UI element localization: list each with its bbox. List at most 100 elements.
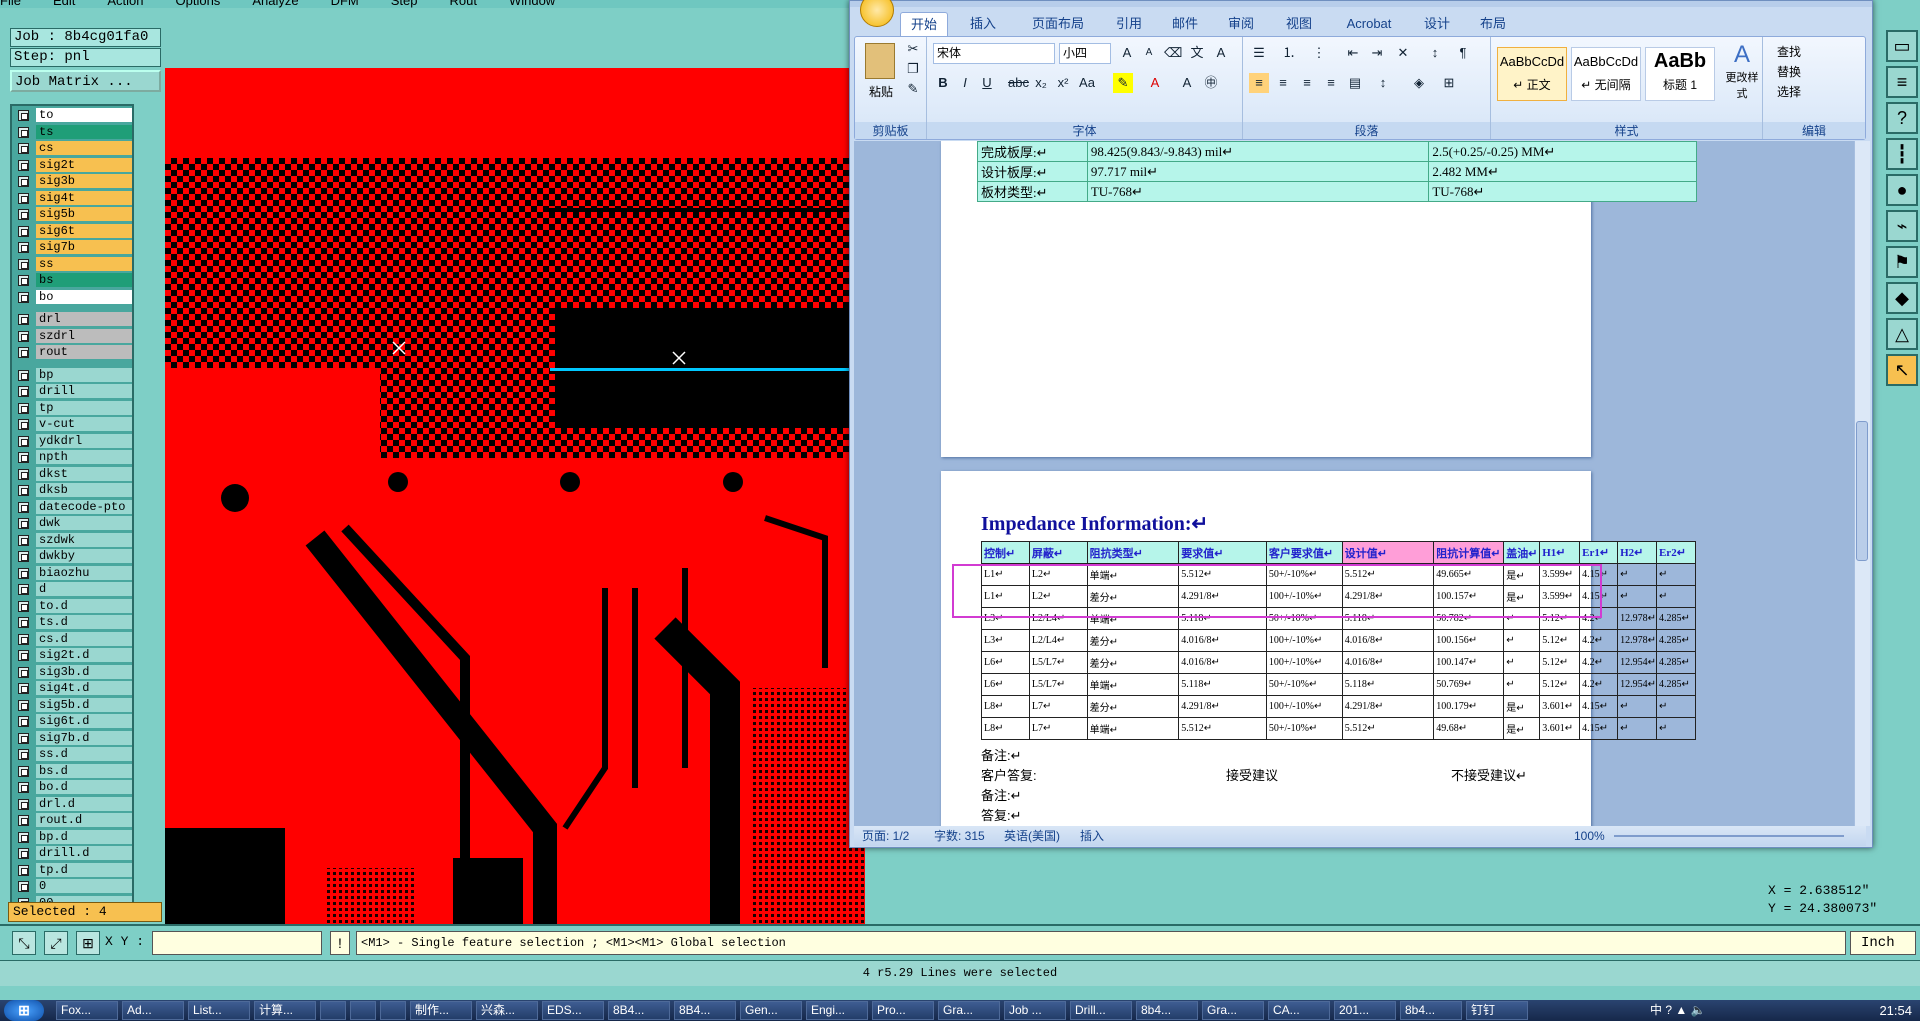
ribbon-tab[interactable]: 布局 xyxy=(1468,12,1518,36)
layer-name[interactable]: biaozhu xyxy=(36,565,132,580)
status-page[interactable]: 页面: 1/2 xyxy=(862,826,909,846)
layer-name[interactable]: bs.d xyxy=(36,763,132,778)
layer-name[interactable]: ts.d xyxy=(36,615,132,629)
layer-name[interactable]: bp xyxy=(36,367,132,382)
style-normal[interactable]: AaBbCcDd ↵ 正文 xyxy=(1497,47,1567,101)
strike-button[interactable]: abc xyxy=(1007,73,1029,93)
layer-name[interactable]: d xyxy=(36,582,132,596)
layer-row[interactable]: tp xyxy=(16,400,132,416)
layer-checkbox[interactable] xyxy=(18,617,29,628)
layer-checkbox[interactable] xyxy=(18,501,29,513)
layer-checkbox[interactable] xyxy=(18,435,29,447)
layer-name[interactable]: drill xyxy=(36,384,132,398)
menu-step[interactable]: Step xyxy=(391,0,418,8)
taskbar-item[interactable]: Job ... xyxy=(1004,1001,1066,1020)
taskbar-item[interactable]: Gra... xyxy=(938,1001,1000,1020)
taskbar-item[interactable]: Pro... xyxy=(872,1001,934,1020)
layer-row[interactable]: szdwk xyxy=(16,532,132,548)
layer-checkbox[interactable] xyxy=(18,468,29,480)
layer-checkbox[interactable] xyxy=(18,258,29,270)
layer-checkbox[interactable] xyxy=(18,143,29,154)
layer-name[interactable]: drl xyxy=(36,312,132,326)
layer-name[interactable]: dwk xyxy=(36,516,132,530)
layer-row[interactable]: sig7b.d xyxy=(16,730,132,746)
layer-row[interactable]: szdrl xyxy=(16,328,132,344)
layer-row[interactable]: rout xyxy=(16,345,132,360)
filter-icon[interactable]: ⚑ xyxy=(1886,246,1918,278)
layer-row[interactable]: ts xyxy=(16,124,132,140)
ribbon-tab[interactable]: 页面布局 xyxy=(1018,12,1098,36)
layer-row[interactable]: sig4t xyxy=(16,190,132,206)
layer-checkbox[interactable] xyxy=(18,386,29,397)
change-styles-button[interactable]: A 更改样式 xyxy=(1725,41,1759,101)
layer-row[interactable]: bp xyxy=(16,367,132,383)
layer-row[interactable]: ss.d xyxy=(16,747,132,762)
taskbar-item[interactable]: Drill... xyxy=(1070,1001,1132,1020)
taskbar-item[interactable]: 钉钉 xyxy=(1466,1001,1528,1020)
status-words[interactable]: 字数: 315 xyxy=(934,826,985,846)
layer-checkbox[interactable] xyxy=(18,798,29,810)
layer-checkbox[interactable] xyxy=(18,126,29,138)
taskbar-item[interactable] xyxy=(320,1001,346,1020)
drill-tool-icon[interactable]: ┇ xyxy=(1886,138,1918,170)
taskbar-item[interactable]: 计算... xyxy=(254,1001,316,1020)
taskbar-item[interactable]: 兴森... xyxy=(476,1001,538,1020)
layer-checkbox[interactable] xyxy=(18,584,29,595)
layer-checkbox[interactable] xyxy=(18,864,29,876)
layer-row[interactable]: biaozhu xyxy=(16,565,132,581)
taskbar-item[interactable]: CA... xyxy=(1268,1001,1330,1020)
font-color-icon[interactable]: A xyxy=(1145,73,1165,93)
layer-row[interactable]: sig4t.d xyxy=(16,681,132,696)
ribbon-tab[interactable]: 开始 xyxy=(900,12,948,36)
layer-checkbox[interactable] xyxy=(18,225,29,237)
layer-name[interactable]: sig7b xyxy=(36,240,132,254)
help-icon[interactable]: ? xyxy=(1886,102,1918,134)
pad-icon[interactable]: ● xyxy=(1886,174,1918,206)
layer-checkbox[interactable] xyxy=(18,749,29,760)
layer-checkbox[interactable] xyxy=(18,369,29,381)
layer-row[interactable]: v-cut xyxy=(16,417,132,432)
layer-name[interactable]: bs xyxy=(36,273,132,287)
taskbar-item[interactable]: EDS... xyxy=(542,1001,604,1020)
bullets-icon[interactable]: ☰ xyxy=(1249,43,1269,63)
taskbar-item[interactable]: Ad... xyxy=(122,1001,184,1020)
tray-language-icon[interactable]: 中 xyxy=(1650,1003,1662,1017)
layer-checkbox[interactable] xyxy=(18,699,29,711)
job-matrix-button[interactable]: Job Matrix ... xyxy=(10,70,161,92)
taskbar-item[interactable]: Gen... xyxy=(740,1001,802,1020)
align-right-icon[interactable]: ≡ xyxy=(1297,73,1317,93)
layer-checkbox[interactable] xyxy=(18,881,29,892)
window-icon[interactable]: ▭ xyxy=(1886,30,1918,62)
zoom-area-icon[interactable]: ⤢ xyxy=(44,931,68,955)
layer-checkbox[interactable] xyxy=(18,567,29,579)
scrollbar-thumb[interactable] xyxy=(1856,421,1868,561)
layer-name[interactable]: ss.d xyxy=(36,747,132,761)
taskbar-item[interactable]: 8B4... xyxy=(674,1001,736,1020)
layer-row[interactable]: npth xyxy=(16,450,132,465)
layer-name[interactable]: cs xyxy=(36,141,132,155)
layer-row[interactable]: to xyxy=(16,108,132,123)
replace-button[interactable]: 替换 xyxy=(1777,63,1801,80)
layer-checkbox[interactable] xyxy=(18,402,29,414)
layer-name[interactable]: sig3b xyxy=(36,174,132,188)
shapes-icon[interactable]: ◆ xyxy=(1886,282,1918,314)
layer-row[interactable]: sig6t xyxy=(16,223,132,239)
layers-icon[interactable]: ≡ xyxy=(1886,66,1918,98)
taskbar-item[interactable]: List... xyxy=(188,1001,250,1020)
layer-row[interactable]: drill xyxy=(16,384,132,399)
borders-icon[interactable]: ⊞ xyxy=(1439,73,1459,93)
shading-icon[interactable]: ◈ xyxy=(1409,73,1429,93)
layer-name[interactable]: sig2t.d xyxy=(36,648,132,662)
bold-button[interactable]: B xyxy=(933,73,953,93)
layer-checkbox[interactable] xyxy=(18,314,29,325)
select-tool-icon[interactable]: ↖ xyxy=(1886,354,1918,386)
layer-name[interactable]: ts xyxy=(36,124,132,139)
layer-checkbox[interactable] xyxy=(18,716,29,727)
info-icon[interactable]: ! xyxy=(330,931,350,955)
layer-checkbox[interactable] xyxy=(18,209,29,220)
layer-checkbox[interactable] xyxy=(18,176,29,187)
layer-checkbox[interactable] xyxy=(18,110,29,121)
menu-options[interactable]: Options xyxy=(176,0,221,8)
italic-button[interactable]: I xyxy=(955,73,975,93)
office-button-icon[interactable] xyxy=(860,0,894,27)
